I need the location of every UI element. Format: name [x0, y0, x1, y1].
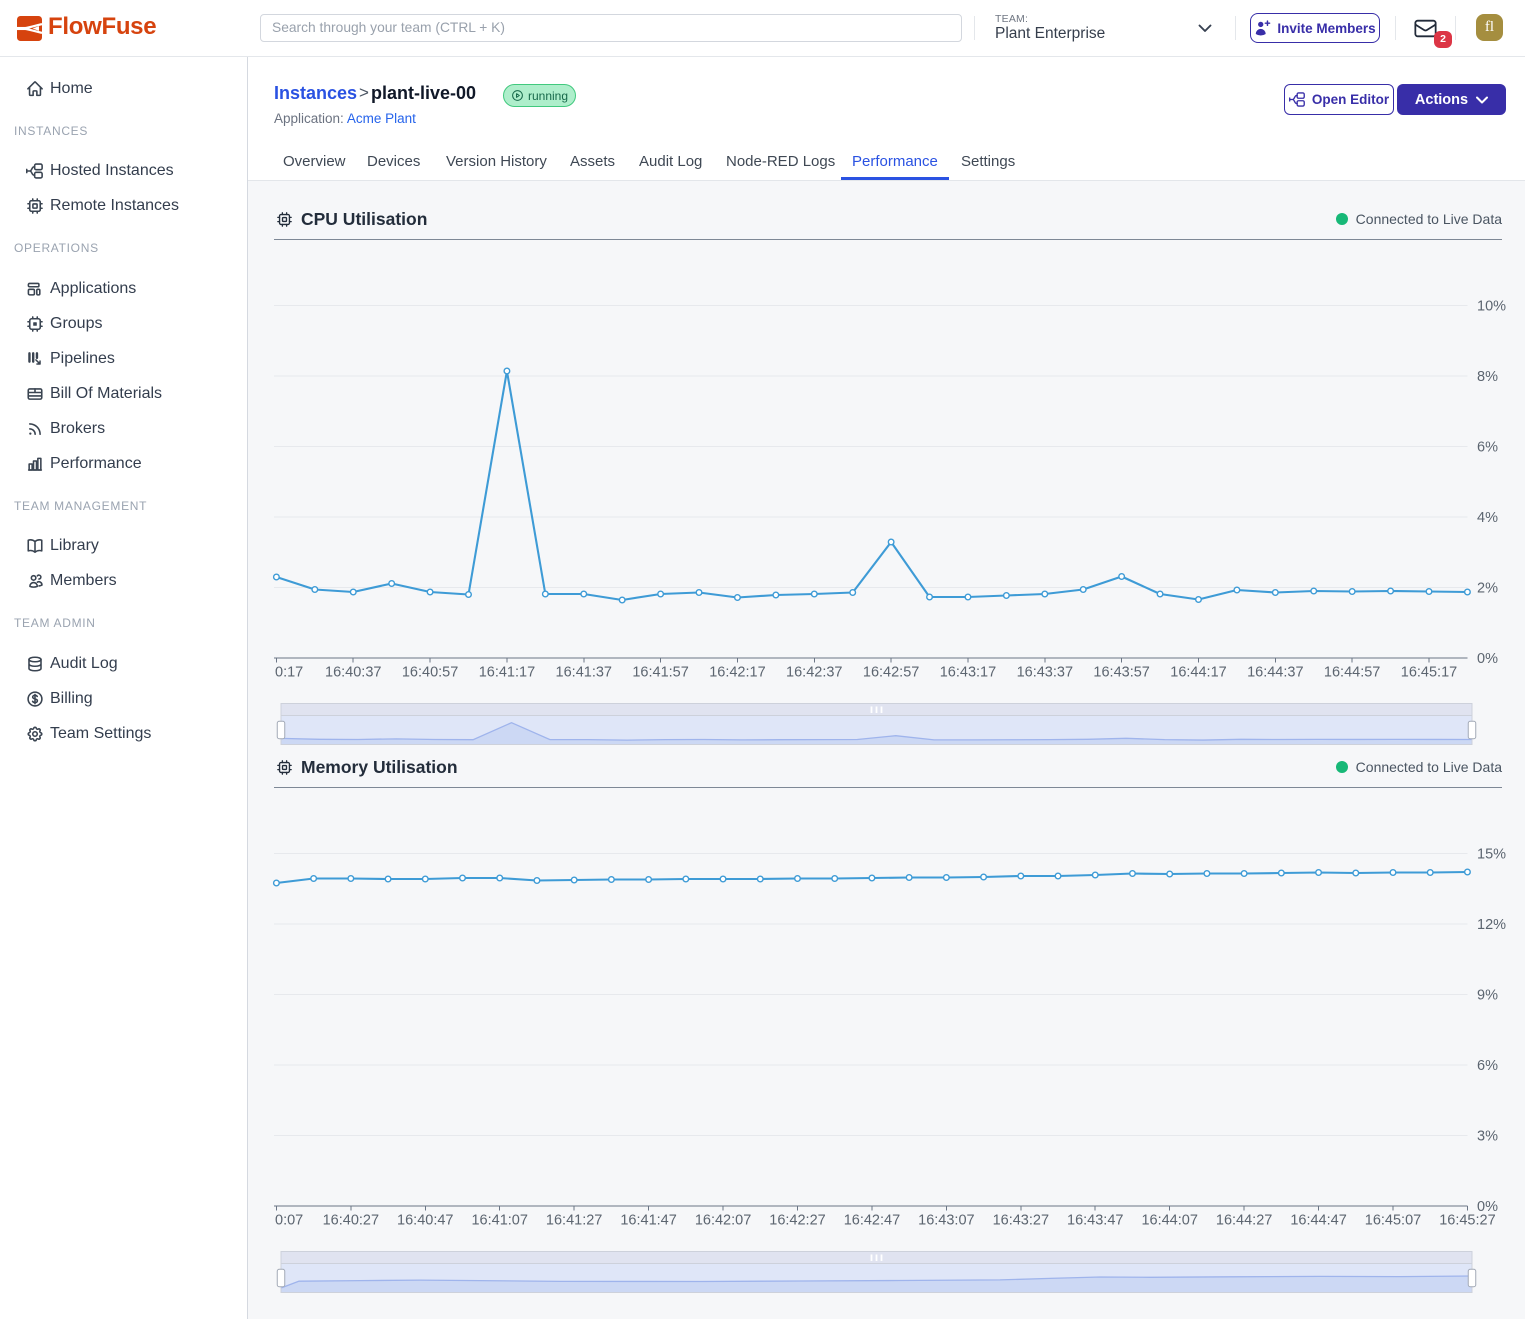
svg-text:9%: 9% [1477, 988, 1498, 1004]
svg-text:16:42:07: 16:42:07 [695, 1213, 751, 1229]
svg-text:16:44:37: 16:44:37 [1247, 665, 1303, 681]
svg-text:16:40:47: 16:40:47 [397, 1213, 453, 1229]
svg-text:16:42:27: 16:42:27 [769, 1213, 825, 1229]
svg-text:16:40:57: 16:40:57 [402, 665, 458, 681]
svg-text:0:07: 0:07 [275, 1213, 303, 1229]
svg-text:16:42:37: 16:42:37 [786, 665, 842, 681]
svg-text:16:41:07: 16:41:07 [471, 1213, 527, 1229]
svg-text:16:44:27: 16:44:27 [1216, 1213, 1272, 1229]
svg-text:16:43:37: 16:43:37 [1017, 665, 1073, 681]
svg-text:16:40:37: 16:40:37 [325, 665, 381, 681]
svg-text:4%: 4% [1477, 510, 1498, 526]
svg-text:16:41:37: 16:41:37 [556, 665, 612, 681]
svg-text:16:42:47: 16:42:47 [844, 1213, 900, 1229]
svg-text:16:44:47: 16:44:47 [1290, 1213, 1346, 1229]
svg-text:16:45:07: 16:45:07 [1365, 1213, 1421, 1229]
svg-text:16:42:57: 16:42:57 [863, 665, 919, 681]
svg-text:16:44:17: 16:44:17 [1170, 665, 1226, 681]
svg-text:16:41:57: 16:41:57 [632, 665, 688, 681]
svg-text:15%: 15% [1477, 847, 1506, 863]
svg-text:6%: 6% [1477, 1058, 1498, 1074]
svg-text:16:44:57: 16:44:57 [1324, 665, 1380, 681]
svg-text:0%: 0% [1477, 651, 1498, 667]
svg-text:16:44:07: 16:44:07 [1141, 1213, 1197, 1229]
svg-text:3%: 3% [1477, 1129, 1498, 1145]
svg-text:16:41:17: 16:41:17 [479, 665, 535, 681]
svg-text:16:42:17: 16:42:17 [709, 665, 765, 681]
svg-text:16:45:17: 16:45:17 [1401, 665, 1457, 681]
svg-text:16:43:57: 16:43:57 [1093, 665, 1149, 681]
svg-text:16:43:17: 16:43:17 [940, 665, 996, 681]
svg-text:16:45:27: 16:45:27 [1439, 1213, 1495, 1229]
svg-text:16:43:07: 16:43:07 [918, 1213, 974, 1229]
svg-text:2%: 2% [1477, 581, 1498, 597]
svg-text:6%: 6% [1477, 440, 1498, 456]
svg-text:8%: 8% [1477, 369, 1498, 385]
svg-text:16:40:27: 16:40:27 [323, 1213, 379, 1229]
svg-text:16:41:27: 16:41:27 [546, 1213, 602, 1229]
svg-text:10%: 10% [1477, 299, 1506, 315]
svg-text:16:41:47: 16:41:47 [620, 1213, 676, 1229]
svg-text:16:43:27: 16:43:27 [993, 1213, 1049, 1229]
svg-text:16:43:47: 16:43:47 [1067, 1213, 1123, 1229]
svg-text:0:17: 0:17 [275, 665, 303, 681]
svg-text:12%: 12% [1477, 917, 1506, 933]
